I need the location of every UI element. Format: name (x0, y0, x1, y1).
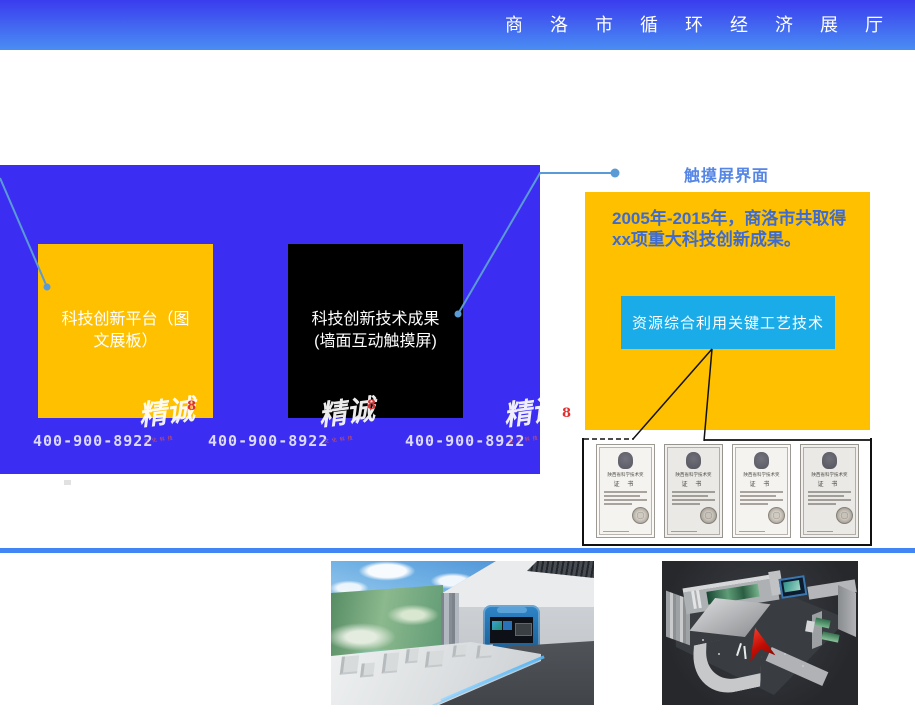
hall-title: 商洛市循环经济展厅 (0, 0, 915, 50)
official-seal-icon (836, 507, 853, 524)
model-building (360, 662, 375, 677)
watermark-red-mark: 8 (367, 398, 376, 413)
certificate-subtitle: 证 书 (733, 479, 790, 488)
wall-column (441, 593, 459, 645)
watermark-logo-subtext: 文化科技 (144, 436, 176, 445)
official-seal-icon (700, 507, 717, 524)
watermark-logo-subtext: 文化科技 (509, 436, 541, 445)
certificate-text-lines (801, 491, 858, 505)
certificate-title: 陕西省科学技术奖 (803, 471, 854, 477)
certificate-text-lines (665, 491, 722, 505)
certificate-text-lines (597, 491, 654, 505)
watermark-red-mark: 8 (562, 406, 571, 421)
touch-screen-caption: 触摸屏界面 (684, 162, 769, 186)
watermark-phone: 400-900-8922 (33, 432, 153, 450)
wall-screen (779, 575, 808, 599)
screen-header-tab (497, 607, 527, 613)
national-emblem-icon (754, 452, 769, 469)
technology-topic-button[interactable]: 资源综合利用关键工艺技术 (621, 296, 835, 349)
screen-thumbnail (515, 623, 532, 636)
model-building (476, 644, 493, 658)
certificate: 陕西省科学技术奖 证 书 (664, 444, 723, 538)
certificate: 陕西省科学技术奖 证 书 (732, 444, 791, 538)
faint-artifact (64, 480, 71, 485)
certificate-subtitle: 证 书 (801, 479, 858, 488)
right-wall (838, 585, 856, 637)
callout-dot (611, 169, 620, 178)
achievement-description: 2005年-2015年，商洛市共取得 xx项重大科技创新成果。 (612, 208, 857, 250)
certificate-title: 陕西省科学技术奖 (735, 471, 786, 477)
certificate-footer-line (807, 531, 833, 533)
touch-screen-mock-panel: 2005年-2015年，商洛市共取得 xx项重大科技创新成果。 资源综合利用关键… (585, 192, 870, 430)
certificate-subtitle: 证 书 (665, 479, 722, 488)
national-emblem-icon (618, 452, 633, 469)
model-building (382, 652, 400, 673)
wall-pillar (691, 591, 697, 609)
touch-wall-box: 科技创新技术成果 (墙面互动触摸屏) (288, 244, 463, 418)
certificate-footer-line (671, 531, 697, 533)
wall-elevation-panel: 科技创新平台（图文展板） 科技创新技术成果 (墙面互动触摸屏) (0, 165, 540, 474)
watermark-red-mark: 8 (187, 399, 196, 414)
national-emblem-icon (686, 452, 701, 469)
certificate-title: 陕西省科学技术奖 (667, 471, 718, 477)
certificate-text-lines (733, 491, 790, 505)
slide-page: 商洛市循环经济展厅 科技创新平台（图文展板） 科技创新技术成果 (墙面互动触摸屏… (0, 0, 915, 717)
exhibition-hall-render-photo (331, 561, 594, 705)
exhibition-floorplan-render-photo (662, 561, 858, 705)
official-seal-icon (632, 507, 649, 524)
certificate: 陕西省科学技术奖 证 书 (800, 444, 859, 538)
watermark-phone: 400-900-8922 (208, 432, 328, 450)
description-line1: 2005年-2015年，商洛市共取得 (612, 209, 846, 228)
description-line2: xx项重大科技创新成果。 (612, 230, 801, 249)
model-building (425, 650, 444, 667)
model-building (452, 644, 467, 657)
screen-thumbnail (492, 621, 502, 630)
floor-light-speck (784, 653, 786, 655)
floor-light-speck (802, 665, 804, 667)
right-room-wall (812, 611, 822, 649)
watermark-logo-text: 精诚 (502, 393, 562, 433)
certificate-subtitle: 证 书 (597, 479, 654, 488)
certificate-title: 陕西省科学技术奖 (599, 471, 650, 477)
title-banner: 商洛市循环经济展厅 (0, 0, 915, 50)
model-building (340, 655, 359, 674)
watermark-logo: 精诚文化科技 (137, 394, 215, 454)
certificate-footer-line (739, 531, 765, 533)
official-seal-icon (768, 507, 785, 524)
section-divider-line (0, 548, 915, 553)
floor-light-speck (702, 639, 704, 641)
floor-light-speck (718, 653, 720, 655)
touch-wall-label: 科技创新技术成果 (墙面互动触摸屏) (309, 309, 443, 352)
certificate-footer-line (603, 531, 629, 533)
watermark-logo-subtext: 文化科技 (324, 436, 356, 445)
certificate: 陕西省科学技术奖 证 书 (596, 444, 655, 538)
model-building (405, 649, 419, 664)
watermark-logo: 精诚文化科技 (502, 394, 580, 454)
screen-thumbnail (503, 621, 512, 630)
graphic-board-label: 科技创新平台（图文展板） (59, 309, 193, 352)
screen-display (490, 617, 533, 643)
watermark-logo: 精诚文化科技 (317, 394, 395, 454)
certificates-box: 陕西省科学技术奖 证 书 陕西省科学技术奖 证 书 陕西省科学技术奖 证 书 陕… (582, 438, 872, 546)
national-emblem-icon (822, 452, 837, 469)
wall-pillar (696, 590, 702, 608)
graphic-board-box: 科技创新平台（图文展板） (38, 244, 213, 418)
